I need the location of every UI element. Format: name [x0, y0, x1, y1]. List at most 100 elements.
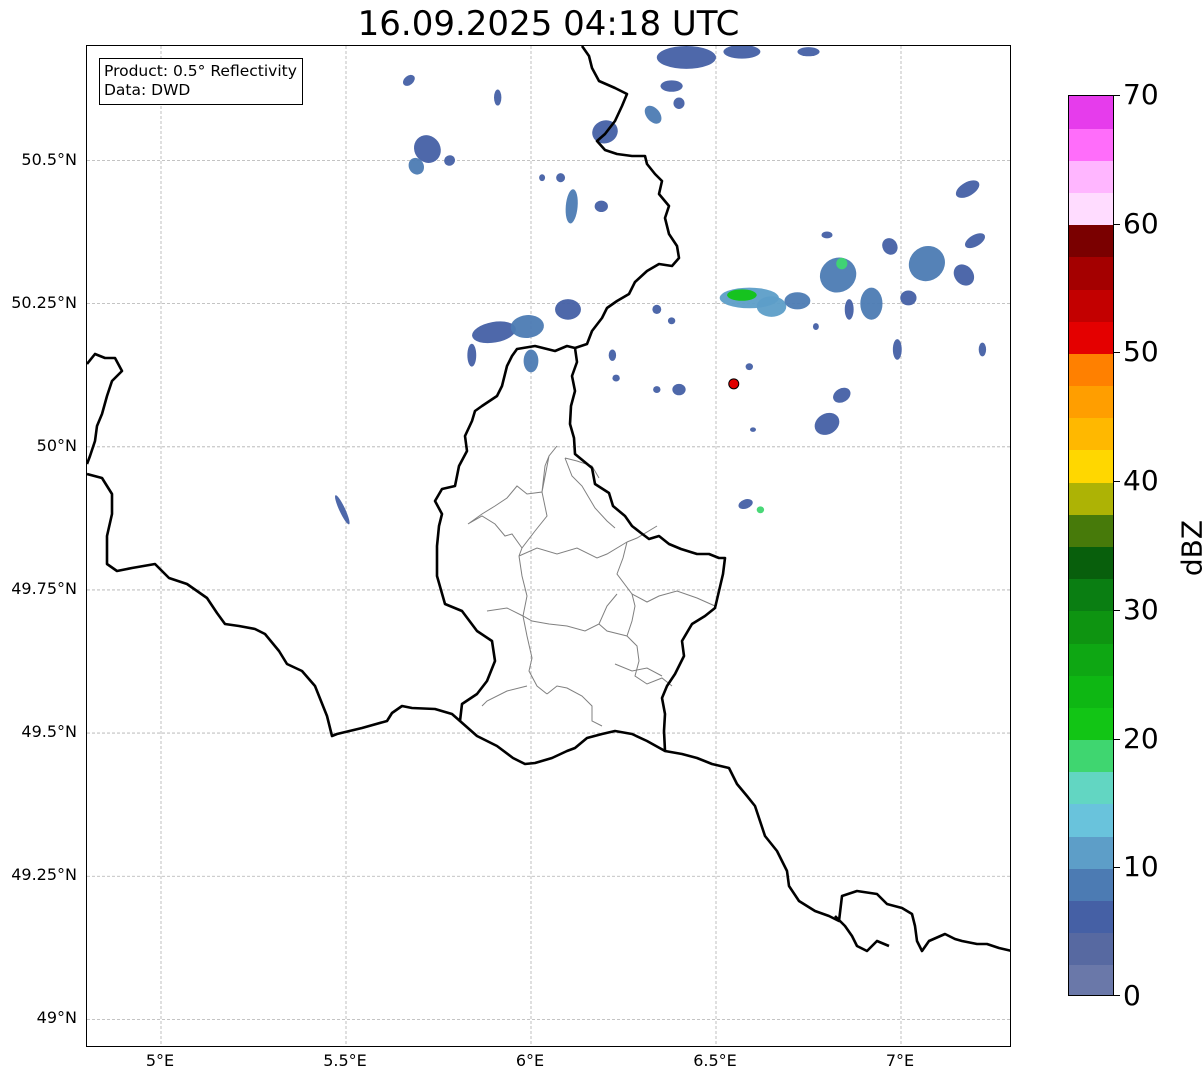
radar-echo — [784, 292, 811, 310]
radar-echo — [672, 383, 686, 396]
saar-loop — [834, 915, 890, 953]
map-panel[interactable] — [86, 45, 1011, 1047]
colorbar-segment — [1069, 771, 1113, 805]
radar-echo — [523, 349, 539, 373]
radar-echo — [738, 499, 753, 510]
product-label: Product: 0.5° Reflectivity — [104, 62, 297, 80]
lon-label: 6°E — [515, 1051, 545, 1070]
colorbar-segment — [1069, 868, 1113, 901]
radar-echo — [908, 245, 945, 282]
luxembourg-border — [433, 344, 727, 766]
map-canvas — [87, 46, 1010, 1046]
canton-boundary — [481, 623, 673, 727]
colorbar-segment — [1069, 96, 1113, 129]
colorbar-segment — [1069, 514, 1113, 547]
lat-label: 50.5°N — [21, 149, 77, 169]
colorbar-tick-mark — [1114, 609, 1120, 611]
colorbar-tick-label: 10 — [1123, 850, 1159, 884]
radar-echo — [565, 189, 578, 224]
radar-echo — [335, 495, 350, 525]
radar-echo — [494, 89, 502, 106]
lon-label: 5°E — [145, 1051, 175, 1070]
colorbar-tick-mark — [1114, 867, 1120, 869]
radar-echoes — [335, 46, 987, 525]
lat-label: 49.75°N — [11, 578, 77, 598]
colorbar-segment — [1069, 610, 1113, 644]
radar-echo — [836, 257, 848, 270]
radar-echo — [472, 321, 516, 344]
colorbar-tick-label: 60 — [1123, 206, 1159, 240]
colorbar-segment — [1069, 289, 1113, 322]
colorbar-tick-mark — [1114, 738, 1120, 740]
colorbar-segment — [1069, 964, 1113, 995]
radar-echo — [444, 155, 456, 166]
colorbar-segment — [1069, 675, 1113, 708]
radar-echo — [860, 287, 883, 320]
colorbar-tick-mark — [1114, 95, 1120, 96]
radar-echo — [652, 304, 662, 314]
radar-echo — [723, 46, 761, 59]
radar-echo — [750, 427, 756, 432]
radar-echo — [978, 342, 987, 357]
colorbar-tick-label: 30 — [1123, 592, 1159, 626]
colorbar-segment — [1069, 546, 1113, 580]
colorbar-segment — [1069, 385, 1113, 419]
colorbar-tick-label: 40 — [1123, 464, 1159, 498]
colorbar-tick-mark — [1114, 223, 1120, 225]
lon-label: 7°E — [885, 1051, 915, 1070]
colorbar-tick-mark — [1114, 481, 1120, 483]
radar-echo — [656, 46, 717, 69]
radar-site-marker[interactable] — [728, 378, 740, 390]
france-belgium-border — [87, 472, 461, 738]
lat-label: 50.25°N — [11, 292, 77, 312]
colorbar-segment — [1069, 803, 1113, 837]
radar-echo — [955, 180, 980, 198]
colorbar-tick-label: 50 — [1123, 335, 1159, 369]
lat-label: 49.25°N — [11, 865, 77, 885]
radar-echo — [594, 200, 608, 213]
colorbar-segment — [1069, 256, 1113, 290]
radar-echo — [812, 323, 819, 330]
country-borders — [87, 46, 1010, 953]
colorbar-tick-label: 0 — [1123, 979, 1141, 1012]
lon-label: 5.5°E — [323, 1051, 367, 1070]
radar-site-layer — [728, 378, 740, 390]
radar-echo — [727, 289, 757, 301]
radar-echo — [555, 299, 581, 320]
radar-echo — [833, 387, 851, 403]
colorbar-segment — [1069, 836, 1113, 869]
belgium-germany-border — [574, 46, 681, 350]
radar-echo — [756, 506, 765, 514]
radar-echo — [467, 343, 477, 367]
product-info-box: Product: 0.5° Reflectivity Data: DWD — [99, 58, 303, 105]
radar-echo — [964, 233, 986, 249]
lat-label: 50°N — [36, 435, 77, 455]
france-germany-border — [664, 749, 1010, 953]
lat-label: 49.5°N — [21, 722, 77, 742]
radar-echo — [644, 105, 662, 124]
radar-echo — [608, 349, 617, 361]
canton-boundary — [467, 445, 558, 557]
radar-echo — [900, 290, 917, 306]
radar-echo — [653, 386, 661, 393]
radar-echo — [556, 173, 566, 183]
radar-echo — [539, 174, 546, 182]
canton-boundary — [486, 555, 618, 695]
radar-echo — [814, 412, 840, 435]
colorbar-segment — [1069, 900, 1113, 934]
radar-echo — [667, 317, 676, 325]
colorbar-segment — [1069, 417, 1113, 451]
radar-echo — [953, 264, 975, 286]
radar-echo — [821, 231, 833, 239]
radar-echo — [745, 363, 753, 371]
colorbar-unit-label: dBZ — [1175, 519, 1202, 577]
colorbar-segment — [1069, 321, 1113, 354]
radar-echo — [892, 339, 902, 360]
colorbar-segment — [1069, 128, 1113, 161]
colorbar-tick-mark — [1114, 352, 1120, 354]
radar-echo — [882, 238, 898, 255]
admin-boundaries — [467, 445, 716, 727]
colorbar-segment — [1069, 578, 1113, 612]
gridlines — [87, 46, 1010, 1046]
colorbar-segment — [1069, 932, 1113, 966]
